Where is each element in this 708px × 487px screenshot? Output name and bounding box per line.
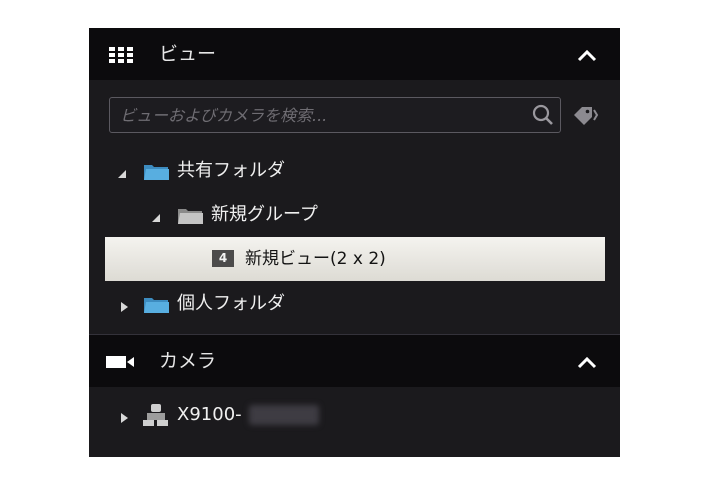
expand-arrow-icon[interactable] <box>150 209 162 228</box>
views-collapse-button[interactable] <box>574 44 600 66</box>
camera-icon <box>106 354 136 374</box>
folder-icon <box>143 162 170 185</box>
search-input[interactable] <box>110 98 530 132</box>
folder-icon <box>143 295 170 318</box>
camera-list-item[interactable]: X9100- <box>89 393 620 437</box>
cameras-collapse-button[interactable] <box>574 351 600 373</box>
tree-item-label: 個人フォルダ <box>177 293 285 314</box>
collapsed-arrow-icon[interactable] <box>118 409 130 428</box>
chevron-up-icon <box>574 44 600 66</box>
tag-icon[interactable] <box>572 104 600 130</box>
view-layout-badge: 4 <box>212 250 234 267</box>
collapsed-arrow-icon[interactable] <box>118 298 130 317</box>
camera-name: X9100- <box>177 404 242 425</box>
tree-item-new-view[interactable]: 4 新規ビュー(2 x 2) <box>105 237 605 281</box>
views-section-header[interactable]: ビュー <box>89 28 620 80</box>
tree-item-label: 共有フォルダ <box>177 160 285 181</box>
cameras-section-header[interactable]: カメラ <box>89 335 620 387</box>
expand-arrow-icon[interactable] <box>116 165 128 184</box>
tree-item-new-group[interactable]: 新規グループ <box>89 193 620 237</box>
tree-item-private-folder[interactable]: 個人フォルダ <box>89 282 620 326</box>
tree-item-label: 新規グループ <box>211 204 318 225</box>
redacted-name <box>249 405 319 425</box>
folder-icon <box>177 206 204 229</box>
search-icon[interactable] <box>532 104 554 130</box>
tree-item-shared-folder[interactable]: 共有フォルダ <box>89 149 620 193</box>
cameras-section-title: カメラ <box>159 350 217 372</box>
views-section-title: ビュー <box>159 43 217 65</box>
search-box <box>109 97 561 133</box>
tree-item-label: 新規ビュー(2 x 2) <box>245 249 386 269</box>
chevron-up-icon <box>574 351 600 373</box>
camera-group-icon <box>142 403 170 431</box>
smart-client-panel: ビュー ビューおよびカメラを検索... 共有フォルダ 新規グループ 4 新規ビュ… <box>89 28 620 457</box>
grid-icon <box>109 47 133 67</box>
